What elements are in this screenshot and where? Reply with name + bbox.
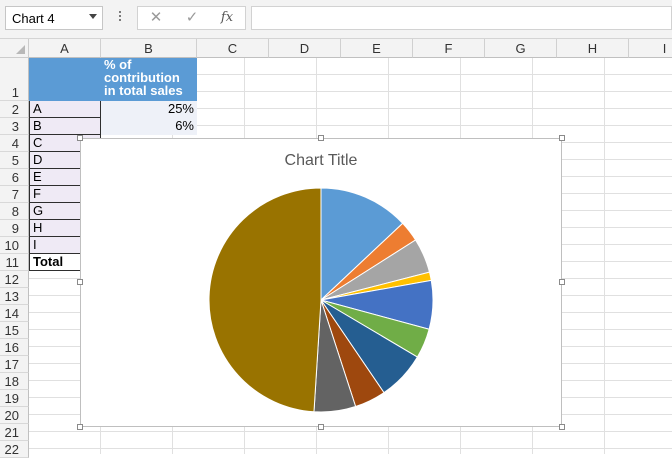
pie-chart-plot[interactable] [81, 139, 561, 426]
insert-function-icon[interactable]: fx [213, 9, 241, 27]
resize-handle-bottom-right[interactable] [559, 424, 565, 430]
resize-handle-bottom-left[interactable] [77, 424, 83, 430]
column-header-a[interactable]: A [29, 39, 101, 58]
cell-a3[interactable]: B [29, 118, 101, 135]
row-header-19[interactable]: 19 [0, 390, 29, 407]
formula-buttons: ✕ ✓ fx [137, 6, 246, 30]
row-header-21[interactable]: 21 [0, 424, 29, 441]
row-header-6[interactable]: 6 [0, 169, 29, 186]
resize-handle-bottom[interactable] [318, 424, 324, 430]
column-header-h[interactable]: H [557, 39, 629, 58]
select-all-icon [16, 45, 25, 54]
column-header-g[interactable]: G [485, 39, 557, 58]
pie-chart[interactable]: Chart Title [77, 135, 565, 430]
row-header-22[interactable]: 22 [0, 441, 29, 458]
resize-handle-top-left[interactable] [77, 135, 83, 141]
enter-icon[interactable]: ✓ [178, 9, 206, 27]
select-all-button[interactable] [0, 39, 29, 58]
cancel-icon[interactable]: ✕ [142, 9, 170, 27]
formula-input[interactable] [251, 6, 672, 30]
cell-b3[interactable]: 6% [101, 118, 197, 135]
row-header-12[interactable]: 12 [0, 271, 29, 288]
resize-handle-top-right[interactable] [559, 135, 565, 141]
column-header-e[interactable]: E [341, 39, 413, 58]
worksheet-grid[interactable]: ABCDEFGHI 1 2 3 4 5 6 7 8 9 10 11 12 13 14 15 16 17 18 19 2… [0, 39, 672, 458]
row-header-17[interactable]: 17 [0, 356, 29, 373]
resize-handle-top[interactable] [318, 135, 324, 141]
row-header-11[interactable]: 11 [0, 254, 29, 271]
resize-handle-right[interactable] [559, 279, 565, 285]
row-header-15[interactable]: 15 [0, 322, 29, 339]
more-options-icon[interactable] [118, 9, 122, 25]
row-header-9[interactable]: 9 [0, 220, 29, 237]
row-header-13[interactable]: 13 [0, 288, 29, 305]
column-header-d[interactable]: D [269, 39, 341, 58]
formula-bar: Chart 4 ✕ ✓ fx [0, 0, 672, 39]
column-header-i[interactable]: I [629, 39, 672, 58]
row-header-5[interactable]: 5 [0, 152, 29, 169]
row-header-7[interactable]: 7 [0, 186, 29, 203]
column-header-f[interactable]: F [413, 39, 485, 58]
column-header-b[interactable]: B [101, 39, 197, 58]
row-header-18[interactable]: 18 [0, 373, 29, 390]
row-header-1[interactable]: 1 [0, 58, 29, 101]
cell-a2[interactable]: A [29, 101, 101, 118]
pie-slice-10[interactable] [208, 187, 322, 413]
cell-b1[interactable]: % of contribution in total sales [101, 58, 197, 101]
row-header-8[interactable]: 8 [0, 203, 29, 220]
row-header-10[interactable]: 10 [0, 237, 29, 254]
resize-handle-left[interactable] [77, 279, 83, 285]
row-header-3[interactable]: 3 [0, 118, 29, 135]
row-header-4[interactable]: 4 [0, 135, 29, 152]
name-box-value: Chart 4 [12, 11, 55, 26]
column-header-c[interactable]: C [197, 39, 269, 58]
chevron-down-icon[interactable] [89, 14, 97, 19]
cell-b2[interactable]: 25% [101, 101, 197, 118]
row-header-20[interactable]: 20 [0, 407, 29, 424]
name-box[interactable]: Chart 4 [5, 6, 103, 30]
row-header-14[interactable]: 14 [0, 305, 29, 322]
row-header-2[interactable]: 2 [0, 101, 29, 118]
row-header-16[interactable]: 16 [0, 339, 29, 356]
